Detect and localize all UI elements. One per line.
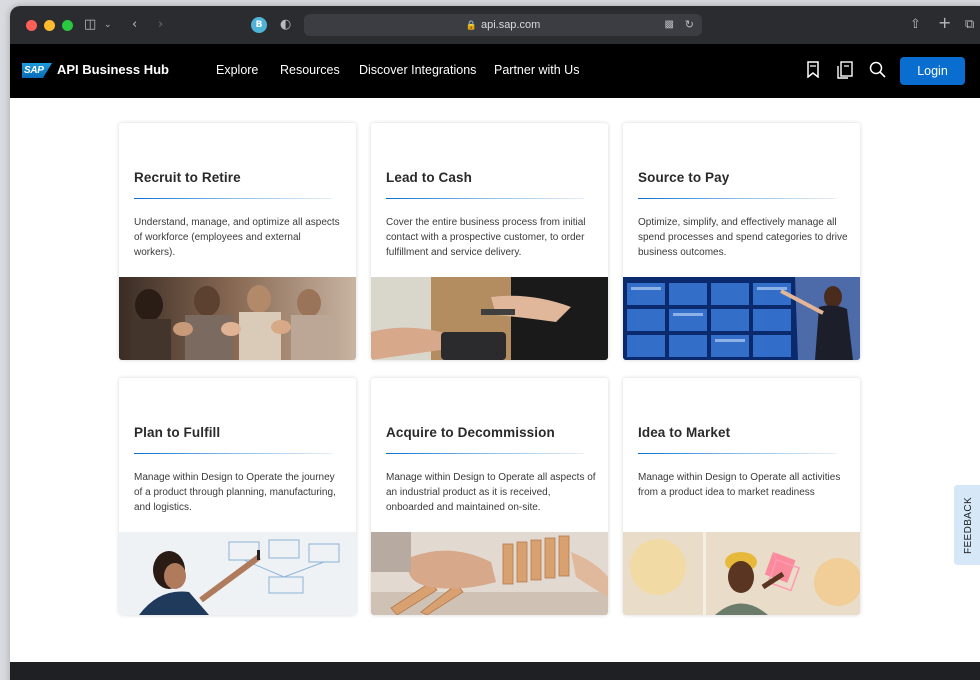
divider <box>638 198 836 199</box>
minimize-window-button[interactable] <box>44 19 55 31</box>
reload-icon[interactable]: ↻ <box>685 14 694 36</box>
close-window-button[interactable] <box>26 19 37 31</box>
card-idea-to-market[interactable]: Idea to Market Manage within Design to O… <box>623 378 860 615</box>
card-description: Manage within Design to Operate all acti… <box>638 472 841 498</box>
brand-title[interactable]: API Business Hub <box>57 62 169 77</box>
divider <box>134 453 332 454</box>
card-title: Lead to Cash <box>386 170 472 185</box>
card-description: Understand, manage, and optimize all asp… <box>134 217 340 258</box>
share-icon[interactable]: ⇧ <box>910 16 921 34</box>
notebook-icon[interactable] <box>836 61 854 79</box>
shield-icon[interactable]: ◐ <box>280 16 291 34</box>
feedback-tab[interactable]: FEEDBACK <box>954 485 980 565</box>
card-payment-image <box>371 277 608 360</box>
scenario-grid: Recruit to Retire Understand, manage, an… <box>10 98 980 662</box>
chevron-down-icon[interactable]: ⌄ <box>104 16 112 34</box>
card-acquire-to-decommission[interactable]: Acquire to Decommission Manage within De… <box>371 378 608 615</box>
lock-icon: 🔒 <box>465 20 477 30</box>
search-icon[interactable] <box>869 61 886 78</box>
bookmark-icon[interactable] <box>807 61 819 78</box>
feedback-label: FEEDBACK <box>963 496 975 554</box>
nav-link-partner-with-us[interactable]: Partner with Us <box>494 63 579 77</box>
nav-link-resources[interactable]: Resources <box>280 63 340 77</box>
divider <box>386 453 584 454</box>
card-title: Plan to Fulfill <box>134 425 221 440</box>
divider <box>386 198 584 199</box>
nav-link-explore[interactable]: Explore <box>216 63 258 77</box>
new-tab-icon[interactable]: + <box>938 14 951 32</box>
translate-icon[interactable]: ▩ <box>665 14 674 36</box>
card-title: Recruit to Retire <box>134 170 241 185</box>
address-bar[interactable]: 🔒 api.sap.com ▩ ↻ <box>304 14 702 36</box>
data-wall-presentation-image <box>623 277 860 360</box>
divider <box>638 453 836 454</box>
whiteboard-planning-image <box>119 532 356 615</box>
forward-icon[interactable]: › <box>158 16 163 34</box>
sap-logo[interactable]: SAP <box>22 63 52 78</box>
extension-icon[interactable]: B <box>251 17 267 33</box>
card-description: Manage within Design to Operate all aspe… <box>386 472 596 513</box>
card-description: Optimize, simplify, and effectively mana… <box>638 217 848 258</box>
card-title: Source to Pay <box>638 170 730 185</box>
login-button[interactable]: Login <box>900 57 965 85</box>
card-lead-to-cash[interactable]: Lead to Cash Cover the entire business p… <box>371 123 608 360</box>
card-recruit-to-retire[interactable]: Recruit to Retire Understand, manage, an… <box>119 123 356 360</box>
nav-link-discover-integrations[interactable]: Discover Integrations <box>359 63 476 77</box>
tab-overview-icon[interactable]: ⧉ <box>965 16 974 34</box>
card-source-to-pay[interactable]: Source to Pay Optimize, simplify, and ef… <box>623 123 860 360</box>
card-description: Manage within Design to Operate the jour… <box>134 472 336 513</box>
people-applauding-image <box>119 277 356 360</box>
card-plan-to-fulfill[interactable]: Plan to Fulfill Manage within Design to … <box>119 378 356 615</box>
person-holding-cube-image <box>623 532 860 615</box>
card-title: Idea to Market <box>638 425 731 440</box>
back-icon[interactable]: ‹ <box>132 16 137 34</box>
page-footer <box>10 662 980 680</box>
window-controls <box>26 19 73 31</box>
browser-toolbar: ◫ ⌄ ‹ › B ◐ 🔒 api.sap.com ▩ ↻ ⇧ + ⧉ <box>10 6 980 44</box>
sidebar-toggle-icon[interactable]: ◫ <box>84 16 96 34</box>
domino-blocks-image <box>371 532 608 615</box>
url-text: api.sap.com <box>480 19 541 31</box>
browser-window: ◫ ⌄ ‹ › B ◐ 🔒 api.sap.com ▩ ↻ ⇧ + ⧉ SAP A… <box>10 6 980 680</box>
card-title: Acquire to Decommission <box>386 425 555 440</box>
card-description: Cover the entire business process from i… <box>386 217 586 258</box>
zoom-window-button[interactable] <box>62 19 73 31</box>
site-header: SAP API Business Hub Explore Resources D… <box>10 44 980 98</box>
divider <box>134 198 332 199</box>
